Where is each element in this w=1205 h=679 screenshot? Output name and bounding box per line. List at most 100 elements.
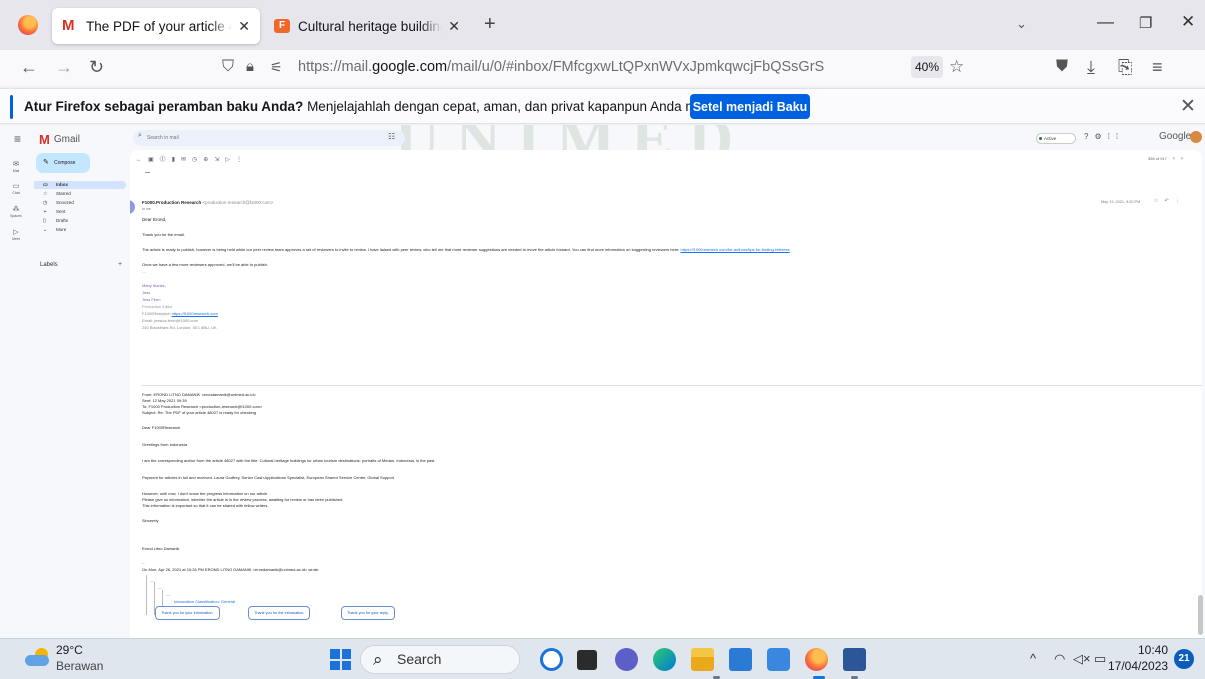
chat-icon: ▭ — [12, 183, 20, 190]
bookmark-star-icon[interactable]: ☆ — [949, 57, 964, 77]
close-tab-icon[interactable]: ✕ — [238, 18, 250, 35]
older-icon[interactable]: › — [1181, 156, 1183, 162]
rail-meet[interactable]: ▷ Meet — [4, 228, 28, 241]
smart-reply-button[interactable]: Thank you for the information. — [248, 606, 311, 620]
battery-icon[interactable]: ▭ — [1094, 651, 1106, 667]
tab-f1000[interactable]: F Cultural heritage buildings for u ✕ — [264, 8, 470, 44]
status-dropdown[interactable]: Active — [1036, 133, 1076, 144]
weather-icon[interactable] — [25, 648, 51, 668]
photos-icon[interactable] — [767, 648, 790, 671]
edge-icon[interactable] — [653, 648, 676, 671]
signature-link[interactable]: https://f1000research.com — [172, 311, 218, 316]
reply-icon[interactable]: ↶ — [1164, 198, 1174, 204]
sidebar-item-drafts[interactable]: ▯ Drafts — [34, 217, 126, 225]
star-icon[interactable]: ☆ — [1154, 198, 1164, 204]
archive-icon[interactable]: ▣ — [148, 157, 160, 163]
mail-app-icon[interactable] — [729, 648, 752, 671]
bing-icon[interactable] — [540, 648, 563, 671]
rail-spaces[interactable]: ⁂ Spaces — [4, 205, 28, 218]
firefox-taskbar-icon[interactable] — [805, 648, 828, 671]
lock-icon[interactable]: 🔒︎ — [246, 57, 254, 77]
label-icon[interactable]: ▷ — [225, 157, 236, 163]
task-view-icon[interactable] — [577, 650, 597, 670]
message-date: May 13, 2021, 9:20 PM — [1101, 200, 1141, 204]
main-menu-icon[interactable]: ≡ — [14, 132, 21, 146]
quoted-to: To: F1000 Production Research <productio… — [142, 404, 263, 409]
snooze-icon[interactable]: ◷ — [192, 157, 203, 163]
reviewers-link[interactable]: https://f1000research.com/for-authors/ti… — [681, 247, 790, 252]
set-default-button[interactable]: Setel menjadi Baku — [690, 94, 810, 119]
add-task-icon[interactable]: ⊕ — [203, 157, 214, 163]
google-account-brand[interactable]: Google — [1159, 131, 1191, 142]
close-notification-icon[interactable]: ✕ — [1180, 95, 1196, 118]
word-icon[interactable] — [843, 648, 866, 671]
file-explorer-icon[interactable] — [691, 648, 714, 671]
search-input[interactable] — [133, 130, 405, 146]
minimize-icon[interactable]: — — [1097, 12, 1114, 32]
back-icon[interactable]: ← — [20, 57, 38, 77]
notification-badge[interactable]: 21 — [1174, 649, 1194, 669]
report-spam-icon[interactable]: ⓵ — [160, 157, 172, 163]
pocket-icon[interactable]: ⛊ — [1056, 57, 1068, 77]
move-icon[interactable]: ⇲ — [214, 157, 225, 163]
scrollbar[interactable] — [1198, 595, 1203, 635]
add-label-icon[interactable]: + — [118, 261, 122, 268]
weather-condition[interactable]: Berawan — [56, 659, 103, 673]
extensions-icon[interactable]: ⎘ — [1118, 57, 1132, 77]
back-to-inbox-icon[interactable]: ← — [136, 157, 148, 163]
smart-reply-button[interactable]: Thank you for your reply. — [341, 606, 395, 620]
sidebar-item-inbox[interactable]: ▭ Inbox — [34, 181, 126, 189]
close-tab-icon[interactable]: ✕ — [448, 18, 460, 35]
url-prefix: https://mail. — [298, 59, 373, 75]
tab-gmail[interactable]: M The PDF of your article 48027 is ✕ — [52, 8, 260, 44]
sidebar-item-more[interactable]: ⌄ More — [34, 226, 126, 234]
delete-icon[interactable]: ▮ — [172, 157, 181, 163]
start-button[interactable] — [330, 649, 351, 670]
new-tab-button[interactable]: + — [484, 14, 496, 34]
zoom-indicator[interactable]: 40% — [911, 56, 943, 78]
restore-icon[interactable]: ❐ — [1139, 14, 1152, 32]
avatar[interactable] — [1190, 131, 1202, 143]
firefox-view-icon[interactable] — [18, 15, 38, 35]
gmail-logo[interactable]: M Gmail — [39, 132, 80, 147]
support-icon[interactable]: ? — [1084, 132, 1094, 141]
speaker-icon[interactable]: ◁× — [1073, 651, 1091, 667]
show-hidden-icons-icon[interactable]: ^ — [1030, 651, 1036, 666]
apps-icon[interactable]: ⁞⁞ — [1108, 132, 1124, 141]
settings-icon[interactable]: ⚙ — [1094, 132, 1107, 141]
forward-icon[interactable]: → — [55, 57, 73, 77]
permissions-icon[interactable]: ⚟ — [270, 57, 283, 77]
rail-chat[interactable]: ▭ Chat — [4, 182, 28, 195]
clock[interactable]: 10:40 17/04/2023 — [1108, 643, 1168, 673]
search-icon[interactable]: ⌕ — [138, 132, 142, 140]
temperature[interactable]: 29°C — [56, 643, 83, 657]
signature-text: F1000Research — [142, 311, 171, 316]
sender-name[interactable]: F1000.Production Research — [142, 200, 201, 205]
search-options-icon[interactable]: ☷ — [388, 132, 395, 141]
url-bar[interactable]: https://mail.google.com/mail/u/0/#inbox/… — [298, 59, 824, 75]
taskbar-search[interactable]: Search — [360, 645, 520, 674]
shield-icon[interactable]: ⛉ — [222, 57, 234, 77]
smart-reply-button[interactable]: Thank you for your information. — [155, 606, 220, 620]
gmail-icon: M — [62, 17, 75, 34]
wifi-icon[interactable]: ◠ — [1054, 651, 1065, 667]
close-window-icon[interactable]: ✕ — [1181, 12, 1195, 32]
newer-icon[interactable]: ‹ — [1173, 156, 1175, 162]
chat-app-icon[interactable] — [615, 648, 638, 671]
rail-mail[interactable]: ✉ Mail — [4, 160, 28, 173]
sidebar-item-starred[interactable]: ☆ Starred — [34, 190, 126, 198]
compose-button[interactable]: Compose — [36, 153, 90, 173]
downloads-icon[interactable]: ⤓ — [1087, 57, 1095, 77]
reload-icon[interactable]: ↻ — [89, 57, 104, 77]
mark-unread-icon[interactable]: ✉ — [181, 157, 192, 163]
sidebar-item-snoozed[interactable]: ◷ Snoozed — [34, 199, 126, 207]
more-icon[interactable]: ⋮ — [1175, 198, 1186, 204]
trimmed-content-icon[interactable]: ··· — [142, 270, 146, 275]
signature-email[interactable]: Email: jessica.fenn@f1000.com — [142, 318, 198, 323]
menu-icon[interactable]: ≡ — [1152, 57, 1163, 77]
list-tabs-chevron-icon[interactable]: ⌄ — [1016, 16, 1027, 32]
sidebar-item-sent[interactable]: ➢ Sent — [34, 208, 126, 216]
more-options-icon[interactable]: ⋮ — [236, 157, 248, 163]
recipient-dropdown[interactable]: to me — [142, 207, 151, 211]
quote-bar — [146, 575, 147, 615]
